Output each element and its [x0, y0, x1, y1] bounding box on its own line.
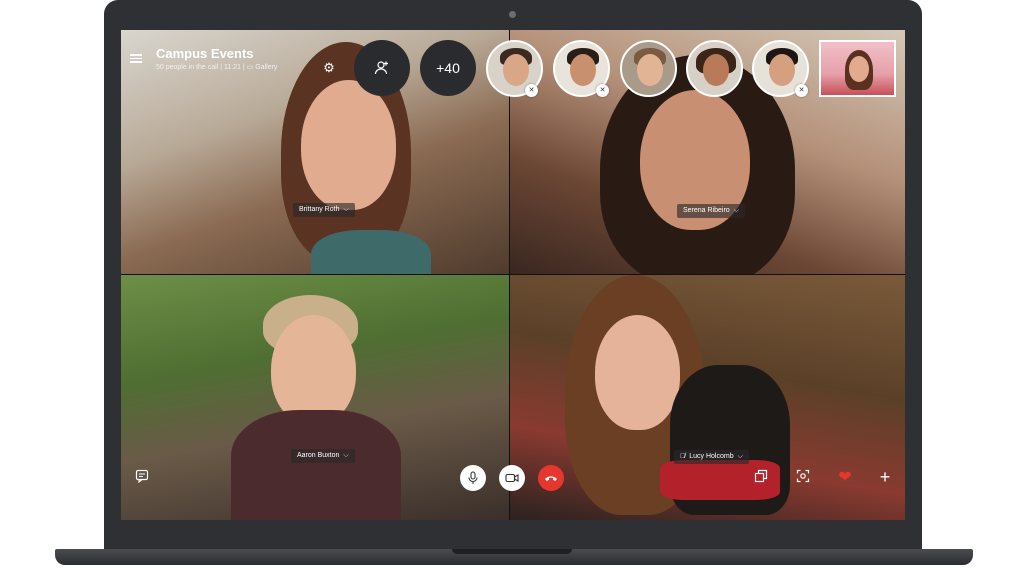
participant-face [570, 54, 596, 86]
participant-face [637, 54, 663, 86]
participant-face [271, 315, 356, 425]
chevron-down-icon: ⌵ [343, 206, 349, 213]
name-tag-label: Serena Ribeiro [683, 207, 730, 214]
heart-icon[interactable]: ❤ [835, 468, 855, 488]
participant-face [703, 54, 729, 86]
call-screen: Brittany Roth ⌵ Serena Ribeiro ⌵ Aaron B… [121, 30, 905, 520]
call-title: Campus Events [156, 46, 254, 61]
laptop-notch [452, 549, 572, 554]
webcam-dot [509, 11, 516, 18]
participant-face [769, 54, 795, 86]
participant-face [503, 54, 529, 86]
participant-shirt [311, 230, 431, 274]
chat-icon[interactable] [132, 468, 152, 488]
call-controls: ❤ + [121, 460, 905, 520]
call-subtitle: 50 people in the call | 11:21 | ▭ Galler… [156, 64, 278, 71]
mic-muted-icon: ✕ [525, 84, 538, 97]
name-tag[interactable]: Serena Ribeiro ⌵ [677, 204, 746, 218]
participant-thumb-3[interactable] [620, 40, 677, 97]
phone-hangup-icon [545, 476, 557, 481]
microphone-icon [468, 471, 478, 484]
mic-muted-icon: ✕ [596, 84, 609, 97]
mic-muted-icon: ✕ [795, 84, 808, 97]
plus-icon[interactable]: + [875, 467, 895, 487]
video-button[interactable] [499, 465, 525, 491]
microphone-button[interactable] [460, 465, 486, 491]
hamburger-icon[interactable] [130, 52, 142, 64]
video-camera-icon [505, 473, 519, 483]
name-tag-label: Brittany Roth [299, 206, 340, 213]
hangup-button[interactable] [538, 465, 564, 491]
add-people-button[interactable] [354, 40, 410, 96]
participant-thumb-6[interactable] [819, 40, 896, 97]
participant-face [595, 315, 680, 430]
gear-icon[interactable]: ⚙ [322, 61, 336, 75]
share-screen-icon[interactable] [751, 468, 771, 488]
call-header: Campus Events 50 people in the call | 11… [121, 30, 905, 110]
chevron-down-icon: ⌵ [733, 207, 740, 214]
name-tag[interactable]: Brittany Roth ⌵ [293, 203, 355, 217]
participant-face [849, 56, 869, 82]
add-person-icon [374, 61, 388, 75]
more-participants-button[interactable]: +40 [420, 40, 476, 96]
participant-thumb-4[interactable] [686, 40, 743, 97]
snapshot-icon[interactable] [793, 468, 813, 488]
